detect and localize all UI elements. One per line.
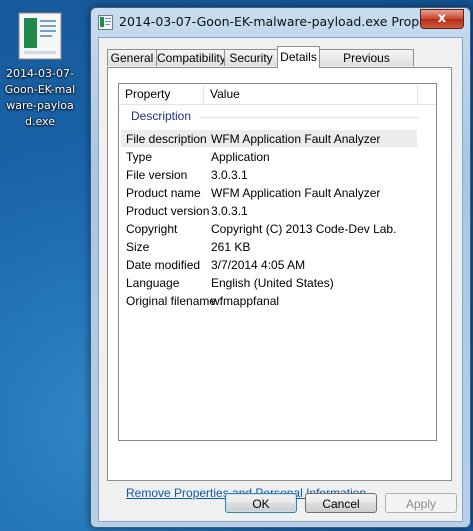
- property-value: wfmappfanal: [211, 294, 280, 308]
- tab-details[interactable]: Details: [277, 46, 320, 68]
- property-name: Type: [126, 150, 153, 164]
- column-header: Property Value: [119, 84, 436, 105]
- property-name: Original filename: [126, 294, 217, 308]
- desktop-icon-label: 2014-03-07-Goon-EK-malware-payload.exe: [4, 67, 76, 128]
- details-panel: Property Value Description File descript…: [107, 67, 452, 500]
- property-name: Language: [126, 276, 180, 290]
- cancel-button[interactable]: Cancel: [305, 493, 377, 513]
- property-value: WFM Application Fault Analyzer: [211, 132, 381, 146]
- list-item[interactable]: Date modified 3/7/2014 4:05 AM: [121, 256, 417, 273]
- tab-general[interactable]: General: [107, 49, 157, 66]
- apply-button[interactable]: Apply: [385, 493, 457, 513]
- title-bar[interactable]: 2014-03-07-Goon-EK-malware-payload.exe P…: [91, 8, 470, 36]
- property-value: 3/7/2014 4:05 AM: [211, 258, 306, 272]
- list-item[interactable]: File description WFM Application Fault A…: [121, 130, 417, 147]
- window-app-icon: [98, 15, 113, 30]
- column-separator[interactable]: [417, 84, 418, 104]
- property-value: Copyright (C) 2013 Code-Dev Lab.: [211, 222, 397, 236]
- column-separator[interactable]: [203, 84, 204, 104]
- property-name: Size: [126, 240, 150, 254]
- list-item[interactable]: Size 261 KB: [121, 238, 417, 255]
- property-value: Application: [211, 150, 270, 164]
- property-value: 3.0.3.1: [211, 168, 248, 182]
- property-value: English (United States): [211, 276, 334, 290]
- list-item[interactable]: File version 3.0.3.1: [121, 166, 417, 183]
- list-item[interactable]: Original filename wfmappfanal: [121, 292, 417, 309]
- list-item[interactable]: Copyright Copyright (C) 2013 Code-Dev La…: [121, 220, 417, 237]
- property-column-header[interactable]: Property: [125, 87, 170, 101]
- property-name: Product name: [126, 186, 201, 200]
- properties-window: 2014-03-07-Goon-EK-malware-payload.exe P…: [90, 7, 471, 528]
- property-name: File version: [126, 168, 188, 182]
- desktop-file-icon[interactable]: 2014-03-07-Goon-EK-malware-payload.exe: [2, 8, 78, 130]
- tab-security[interactable]: Security: [224, 49, 278, 66]
- tab-previous-versions[interactable]: Previous Versions: [319, 49, 414, 82]
- close-button[interactable]: x: [420, 9, 464, 29]
- details-list[interactable]: Property Value Description File descript…: [118, 83, 437, 441]
- property-value: 261 KB: [211, 240, 251, 254]
- tab-compatibility[interactable]: Compatibility: [156, 49, 226, 66]
- group-heading: Description: [131, 109, 192, 123]
- property-name: Date modified: [126, 258, 201, 272]
- list-item[interactable]: Type Application: [121, 148, 417, 165]
- list-item[interactable]: Product name WFM Application Fault Analy…: [121, 184, 417, 201]
- property-name: File description: [126, 132, 207, 146]
- group-divider: [199, 117, 419, 118]
- ok-button[interactable]: OK: [225, 493, 297, 513]
- list-item[interactable]: Language English (United States): [121, 274, 417, 291]
- property-value: 3.0.3.1: [211, 204, 248, 218]
- window-title: 2014-03-07-Goon-EK-malware-payload.exe P…: [119, 14, 455, 29]
- property-name: Copyright: [126, 222, 178, 236]
- property-value: WFM Application Fault Analyzer: [211, 186, 381, 200]
- dialog-client-area: General Compatibility Security Details P…: [98, 37, 463, 522]
- application-icon: [18, 12, 62, 60]
- list-item[interactable]: Product version 3.0.3.1: [121, 202, 417, 219]
- value-column-header[interactable]: Value: [210, 87, 240, 101]
- property-name: Product version: [126, 204, 210, 218]
